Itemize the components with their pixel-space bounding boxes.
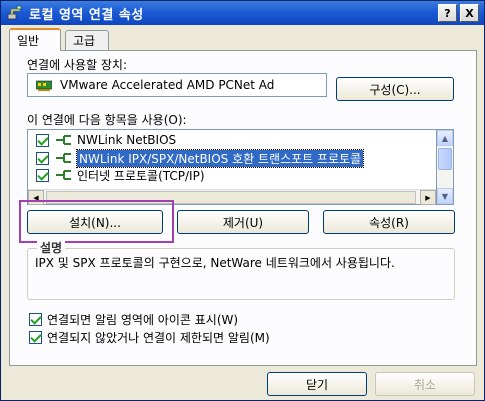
protocol-icon [56,135,71,145]
description-text: IPX 및 SPX 프로토콜의 구현으로, NetWare 네트워크에서 사용됩… [35,256,395,270]
protocol-icon [56,170,71,180]
network-connection-icon [7,5,23,21]
list-item[interactable]: 인터넷 프로토콜(TCP/IP) [28,167,205,183]
list-item[interactable]: NWLink NetBIOS [28,132,176,148]
item-label: 인터넷 프로토콜(TCP/IP) [77,168,205,183]
description-legend: 설명 [37,239,66,256]
tab-general[interactable]: 일반 [9,28,61,51]
scroll-down-button[interactable]: ▼ [437,188,453,204]
protocol-icon [56,153,71,163]
list-item[interactable]: NWLink IPX/SPX/NetBIOS 호환 트랜스포트 프로토콜 [28,148,365,168]
close-button[interactable]: X [460,4,479,22]
device-name: VMware Accelerated AMD PCNet Ad [60,78,275,92]
scroll-thumb[interactable] [438,148,452,170]
scroll-right-button[interactable]: ▶ [420,190,436,205]
tab-general-label: 일반 [17,34,40,48]
device-field: VMware Accelerated AMD PCNet Ad [27,73,327,97]
window-title: 로컬 영역 연결 속성 [29,7,144,23]
connect-using-label: 연결에 사용할 장치: [27,58,127,72]
properties-button[interactable]: 속성(R) [323,210,455,234]
help-button[interactable]: ? [438,4,457,22]
item-checkbox[interactable] [36,133,49,147]
network-adapter-icon [36,80,52,91]
uninstall-button[interactable]: 제거(U) [177,210,309,234]
show-icon-checkbox[interactable] [29,313,42,326]
notify-limited-option[interactable]: 연결되지 않았거나 연결이 제한되면 알림(M) [29,329,270,346]
tab-advanced-label: 고급 [73,34,96,48]
item-label: NWLink NetBIOS [77,133,177,147]
properties-dialog: 로컬 영역 연결 속성 ? X 일반 고급 연결에 사용할 장치: VMware… [0,0,485,401]
show-icon-option[interactable]: 연결되면 알림 영역에 아이콘 표시(W) [29,311,238,328]
annotation-highlight-box [19,200,174,243]
configure-button[interactable]: 구성(C)... [336,77,454,101]
item-label: NWLink IPX/SPX/NetBIOS 호환 트랜스포트 프로토콜 [75,148,365,168]
tab-advanced[interactable]: 고급 [65,30,109,50]
cancel-button[interactable]: 취소 [375,372,475,396]
vertical-scrollbar[interactable]: ▲ ▼ [437,129,454,205]
scroll-up-button[interactable]: ▲ [437,130,453,146]
item-checkbox[interactable] [36,168,49,182]
notify-limited-checkbox[interactable] [29,331,42,344]
close-dialog-button[interactable]: 닫기 [267,372,367,396]
title-bar[interactable]: 로컬 영역 연결 속성 ? X [1,1,484,25]
notify-limited-label: 연결되지 않았거나 연결이 제한되면 알림(M) [47,331,270,345]
show-icon-label: 연결되면 알림 영역에 아이콘 표시(W) [47,313,239,327]
items-label: 이 연결에 다음 항목을 사용(O): [27,113,187,127]
item-checkbox[interactable] [36,151,49,165]
